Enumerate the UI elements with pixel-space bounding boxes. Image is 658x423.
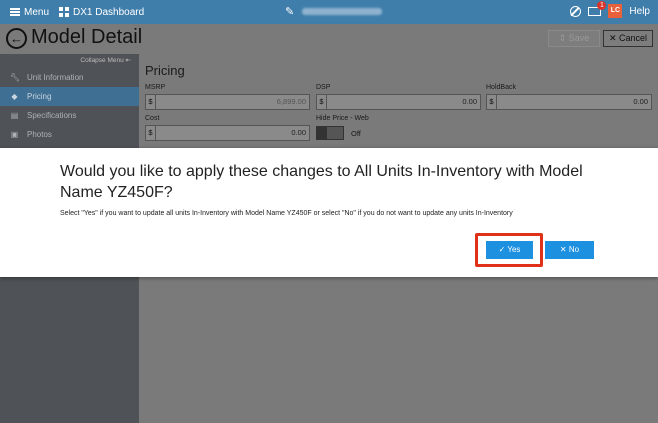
dashboard-grid-icon[interactable] [59, 7, 70, 17]
close-icon: ✕ [608, 33, 617, 43]
dealer-name-area[interactable]: ✎ [285, 5, 383, 18]
msrp-field[interactable]: $ 6,899.00 [145, 94, 310, 110]
holdback-label: HoldBack [486, 84, 516, 91]
sidebar-item-label: Pricing [27, 92, 52, 101]
close-icon: ✕ [559, 245, 567, 254]
image-icon: ▣ [10, 130, 19, 139]
save-icon: ⇕ [558, 33, 569, 43]
sidebar-item-label: Photos [27, 130, 52, 139]
no-button[interactable]: ✕ No [545, 241, 594, 259]
cost-field[interactable]: $ 0.00 [145, 125, 310, 141]
sidebar-item-label: Unit Information [27, 73, 84, 82]
dsp-value: 0.00 [462, 97, 477, 106]
holdback-value: 0.00 [633, 97, 648, 106]
currency-symbol: $ [487, 95, 497, 109]
currency-symbol: $ [317, 95, 327, 109]
save-button[interactable]: ⇕ Save [548, 30, 600, 47]
avatar[interactable]: LC [608, 4, 623, 18]
currency-symbol: $ [146, 95, 156, 109]
cancel-label: Cancel [619, 33, 648, 43]
msrp-value: 6,899.00 [276, 97, 306, 106]
cancel-button[interactable]: ✕ Cancel [603, 30, 653, 47]
dialog-title: Would you like to apply these changes to… [60, 163, 583, 201]
document-icon: ▤ [10, 111, 19, 120]
page-title: Model Detail [31, 26, 143, 48]
cost-label: Cost [145, 115, 160, 122]
hide-price-state: Off [351, 129, 361, 138]
pencil-icon: ✎ [285, 6, 295, 18]
dsp-field[interactable]: $ 0.00 [316, 94, 481, 110]
notification-badge: 1 [597, 0, 607, 10]
yes-button[interactable]: ✓ Yes [486, 241, 533, 259]
currency-symbol: $ [146, 126, 156, 140]
collapse-icon: ⇤ [125, 57, 131, 64]
title-row: ← Model Detail ⇕ Save ✕ Cancel [0, 24, 658, 54]
section-title: Pricing [145, 63, 185, 78]
sidebar-item-photos[interactable]: ▣ Photos [0, 125, 139, 144]
sidebar-item-unit-information[interactable]: 🔧︎ Unit Information [0, 68, 139, 87]
collapse-menu-button[interactable]: Collapse Menu ⇤ [0, 54, 139, 68]
sidebar-item-label: Specifications [27, 111, 77, 120]
msrp-label: MSRP [145, 84, 166, 91]
cost-value: 0.00 [291, 128, 306, 137]
wrench-icon: 🔧︎ [10, 73, 21, 82]
compass-icon[interactable] [570, 5, 582, 17]
sidebar-item-pricing[interactable]: ◆ Pricing [0, 87, 139, 106]
dsp-label: DSP [316, 84, 331, 91]
menu-label: Menu [24, 6, 50, 18]
help-link[interactable]: Help [629, 6, 650, 17]
hamburger-icon [10, 8, 20, 16]
no-label: No [568, 245, 580, 254]
tag-icon: ◆ [11, 92, 18, 101]
dashboard-link[interactable]: DX1 Dashboard [73, 7, 144, 18]
sidebar-item-specifications[interactable]: ▤ Specifications [0, 106, 139, 125]
hide-price-label: Hide Price - Web [316, 115, 369, 122]
yes-label: Yes [507, 245, 521, 254]
back-arrow-icon[interactable]: ← [6, 28, 27, 49]
save-label: Save [568, 33, 590, 43]
dialog-message: Select "Yes" if you want to update all u… [60, 210, 513, 217]
mail-icon[interactable]: 1 [588, 0, 607, 16]
hide-price-toggle[interactable] [316, 126, 344, 140]
collapse-menu-label: Collapse Menu [80, 57, 124, 64]
blurred-dealer-name [302, 8, 383, 15]
top-nav-bar: Menu DX1 Dashboard ✎ 1 LC Help [0, 0, 658, 24]
confirm-dialog: Would you like to apply these changes to… [0, 148, 658, 277]
holdback-field[interactable]: $ 0.00 [486, 94, 652, 110]
menu-button[interactable]: Menu [10, 7, 49, 18]
check-icon: ✓ [498, 245, 506, 254]
